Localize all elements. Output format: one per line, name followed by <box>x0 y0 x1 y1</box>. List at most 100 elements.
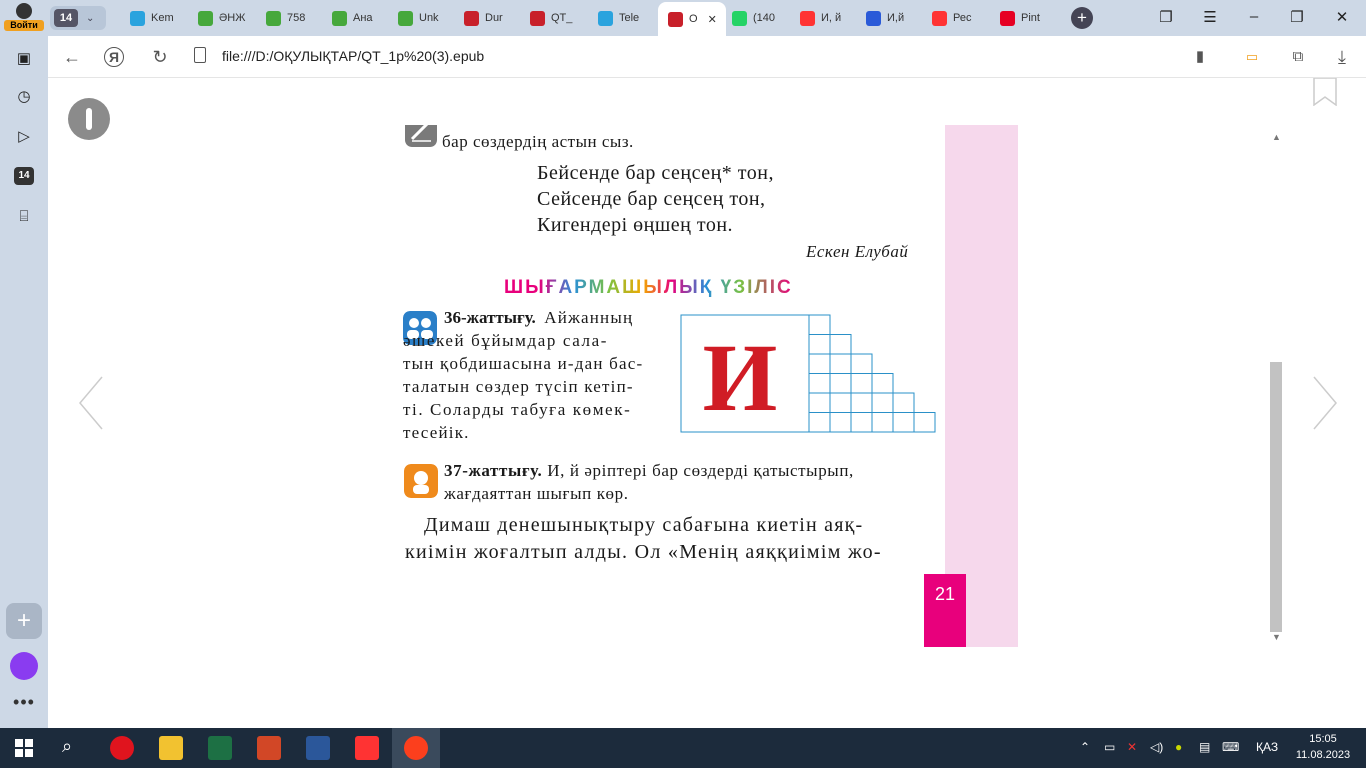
page-scrollbar[interactable]: ▲ ▼ <box>1270 132 1284 642</box>
restore-button[interactable]: ❐ <box>1285 8 1309 26</box>
grid-cell <box>808 353 831 374</box>
keyboard-icon[interactable]: ⌨ <box>1222 740 1239 754</box>
word-icon[interactable] <box>306 736 330 760</box>
next-page-arrow-icon[interactable] <box>1310 373 1340 433</box>
tab-counter[interactable]: 14 ⌄ <box>50 6 106 30</box>
collections-sidebar-icon[interactable]: ▣ <box>12 46 36 70</box>
minimize-button[interactable]: – <box>1242 8 1266 25</box>
tab-count: 14 <box>54 9 78 27</box>
pause-button[interactable] <box>68 98 110 140</box>
battery-saver-icon[interactable]: ▭ <box>1240 45 1264 69</box>
screenshot-icon[interactable]: ⌸ <box>12 204 36 228</box>
login-button[interactable]: Войти <box>4 3 44 33</box>
battery-icon[interactable]: ▭ <box>1104 740 1115 754</box>
opera-icon[interactable] <box>110 736 134 760</box>
tab-12[interactable]: И,й <box>866 4 926 32</box>
tab-11[interactable]: И, й <box>800 4 860 32</box>
search-icon[interactable]: ⌕ <box>62 736 72 757</box>
ex36-line-3: тын қобдишасына и-дан бас- <box>403 354 644 373</box>
add-panel-button[interactable]: + <box>6 603 42 639</box>
letter-grid: И <box>680 314 936 433</box>
tab-13[interactable]: Рес <box>932 4 992 32</box>
tab-9[interactable]: O ✕ <box>658 2 726 36</box>
poem-author: Ескен Елубай <box>806 242 909 261</box>
tab-label: Unk <box>419 12 439 24</box>
scroll-up-arrow-icon[interactable]: ▲ <box>1272 132 1281 142</box>
tab-label: Pint <box>1021 12 1040 24</box>
tab-7[interactable]: QT_ <box>530 4 592 32</box>
history-icon[interactable]: ◷ <box>12 84 36 108</box>
ex36-line-1: 36-жаттығу. Айжанның <box>444 308 633 328</box>
grid-cell <box>850 353 873 374</box>
page-bookmark-icon[interactable] <box>1313 78 1337 106</box>
scroll-down-arrow-icon[interactable]: ▼ <box>1272 632 1281 642</box>
tab-favicon-icon <box>668 11 683 27</box>
grid-cell <box>808 314 831 335</box>
tab-5[interactable]: Unk <box>398 4 458 32</box>
tab-10[interactable]: (140 <box>732 4 790 32</box>
tab-label: (140 <box>753 12 776 24</box>
grid-cell <box>829 412 852 433</box>
language-indicator[interactable]: ҚАЗ <box>1256 740 1278 754</box>
tab-label: Tele <box>619 12 640 24</box>
download-icon[interactable]: ⤓ <box>1330 45 1354 69</box>
grid-cell <box>808 392 831 413</box>
yandex-browser-taskbar-active[interactable] <box>392 728 440 768</box>
tab-8[interactable]: Tele <box>598 4 658 32</box>
collections-icon[interactable]: ❐ <box>1154 8 1178 26</box>
grid-cell <box>829 373 852 394</box>
network-icon[interactable]: ✕ <box>1127 740 1137 754</box>
tab-2[interactable]: ӘНЖ <box>198 4 258 32</box>
close-window-button[interactable]: ✕ <box>1330 8 1354 26</box>
tray-chevron-up-icon[interactable]: ⌃ <box>1080 740 1090 754</box>
reload-button[interactable]: ↻ <box>148 45 172 69</box>
clock[interactable]: 15:05 11.08.2023 <box>1290 731 1356 763</box>
address-bar: ← Я ↻ file:///D:/ОҚУЛЫҚТАР/QT_1p%20(3).e… <box>48 36 1366 78</box>
tray-app-icon[interactable]: ● <box>1175 740 1182 754</box>
grid-cell <box>829 353 852 374</box>
tab-label: ӘНЖ <box>219 12 246 24</box>
file-explorer-icon[interactable] <box>159 736 183 760</box>
tab-label: Рес <box>953 12 972 24</box>
powerpoint-icon[interactable] <box>257 736 281 760</box>
menu-icon[interactable]: ☰ <box>1198 8 1222 26</box>
chevron-down-icon: ⌄ <box>86 12 95 24</box>
ex36-text-1: Айжанның <box>544 308 634 327</box>
url-field[interactable]: file:///D:/ОҚУЛЫҚТАР/QT_1p%20(3).epub <box>222 48 484 64</box>
alice-assistant-icon[interactable] <box>10 652 38 680</box>
profile-area: Войти <box>0 0 48 36</box>
excel-icon[interactable] <box>208 736 232 760</box>
ex36-line-5: ті. Соларды табуға көмек- <box>403 400 632 419</box>
grid-cell <box>850 412 873 433</box>
thinking-child-icon <box>404 464 438 498</box>
tab-1[interactable]: Kem <box>130 4 180 32</box>
tab-6[interactable]: Dur <box>464 4 522 32</box>
notification-icon[interactable]: ▤ <box>1199 740 1210 754</box>
tabs-sidebar-button[interactable]: 14 <box>12 164 36 188</box>
login-label: Войти <box>4 20 44 31</box>
yandex-app-icon[interactable] <box>355 736 379 760</box>
extensions-icon[interactable]: ⧉ <box>1286 45 1310 69</box>
windows-start-icon[interactable] <box>15 739 33 757</box>
video-icon[interactable]: ▷ <box>12 124 36 148</box>
more-icon[interactable]: ••• <box>10 692 38 713</box>
back-button[interactable]: ← <box>60 45 84 69</box>
bookmark-icon[interactable]: ▮ <box>1188 45 1212 69</box>
tab-label: QT_ <box>551 12 573 24</box>
grid-cell <box>808 373 831 394</box>
poem-line-2: Сейсенде бар сеңсең тон, <box>537 188 766 210</box>
tab-label: Ана <box>353 12 373 24</box>
tab-14[interactable]: Pint <box>1000 4 1050 32</box>
tab-3[interactable]: 758 <box>266 4 324 32</box>
volume-icon[interactable]: ◁) <box>1150 740 1163 754</box>
scrollbar-thumb[interactable] <box>1270 362 1282 632</box>
tab-favicon-icon <box>464 10 479 26</box>
previous-page-arrow-icon[interactable] <box>76 373 106 433</box>
close-tab-icon[interactable]: ✕ <box>708 13 717 26</box>
yandex-icon[interactable]: Я <box>104 47 124 67</box>
new-tab-button[interactable]: + <box>1071 7 1093 29</box>
tab-favicon-icon <box>530 10 545 26</box>
tab-4[interactable]: Ана <box>332 4 392 32</box>
grid-cell <box>892 392 915 413</box>
grid-cell <box>892 412 915 433</box>
